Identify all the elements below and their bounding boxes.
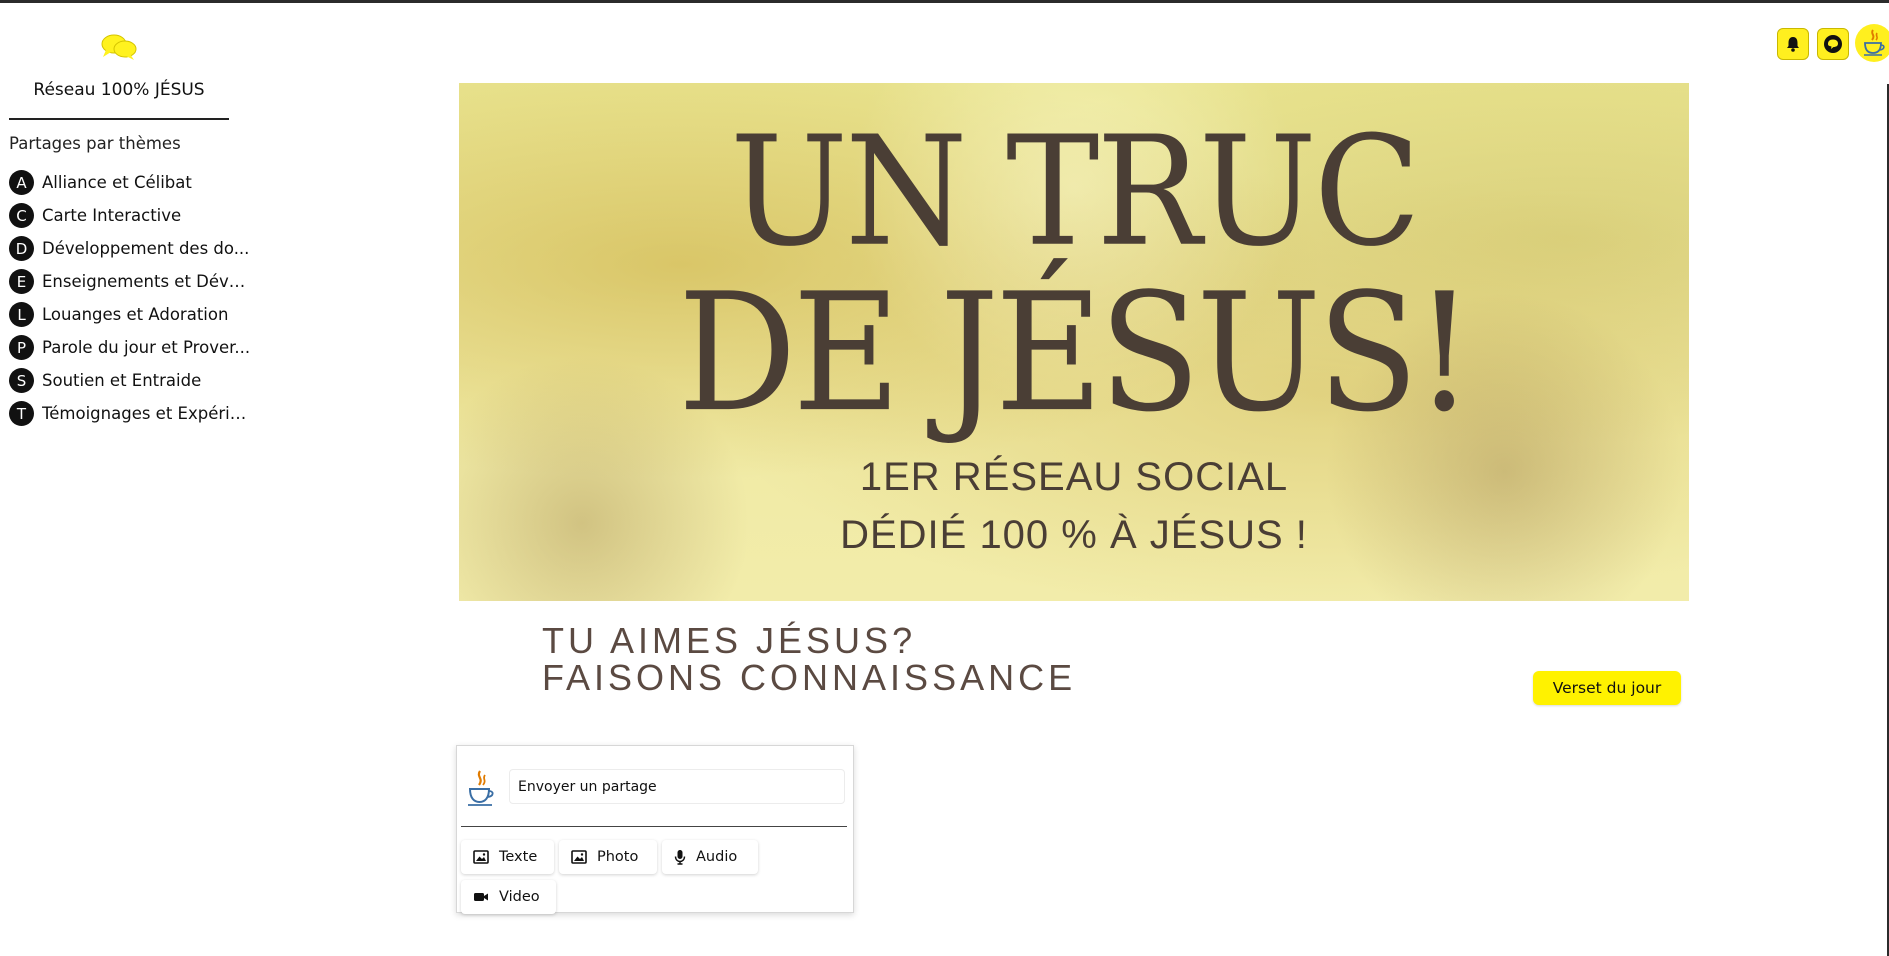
theme-label: Louanges et Adoration (42, 305, 229, 324)
post-composer: Texte Photo Audio Video (456, 745, 854, 914)
theme-letter-badge: T (9, 401, 34, 426)
video-post-button[interactable]: Video (461, 880, 556, 914)
banner-subtitle-line1: 1ER RÉSEAU SOCIAL (859, 455, 1289, 499)
theme-item-carte[interactable]: C Carte Interactive (9, 199, 254, 232)
share-input[interactable] (509, 769, 845, 804)
theme-label: Développement des do... (42, 239, 250, 258)
theme-list: A Alliance et Célibat C Carte Interactiv… (9, 166, 254, 430)
composer-avatar (465, 768, 497, 808)
theme-letter-badge: E (9, 269, 34, 294)
verse-of-the-day-button[interactable]: Verset du jour (1533, 671, 1681, 705)
theme-item-louanges[interactable]: L Louanges et Adoration (9, 298, 254, 331)
theme-item-alliance[interactable]: A Alliance et Célibat (9, 166, 254, 199)
theme-item-parole[interactable]: P Parole du jour et Prover... (9, 331, 254, 364)
theme-letter-badge: P (9, 335, 34, 360)
theme-label: Carte Interactive (42, 206, 182, 225)
theme-letter-badge: S (9, 368, 34, 393)
notifications-button[interactable] (1777, 28, 1809, 60)
theme-item-developpement[interactable]: D Développement des do... (9, 232, 254, 265)
user-avatar[interactable] (1855, 24, 1889, 62)
photo-post-button[interactable]: Photo (559, 840, 657, 874)
divider (9, 118, 229, 120)
theme-label: Soutien et Entraide (42, 371, 202, 390)
video-post-label: Video (499, 889, 540, 905)
chat-icon (1824, 35, 1842, 53)
bell-icon (1787, 37, 1799, 52)
themes-section-title: Partages par thèmes (9, 134, 181, 153)
text-post-label: Texte (499, 849, 538, 865)
theme-label: Parole du jour et Prover... (42, 338, 251, 357)
banner-title-line2: DE JÉSUS! (677, 258, 1474, 448)
divider (461, 826, 847, 827)
java-cup-icon (468, 770, 494, 806)
theme-item-soutien[interactable]: S Soutien et Entraide (9, 364, 254, 397)
tagline-line1: TU AIMES JÉSUS? (542, 620, 917, 661)
theme-label: Alliance et Célibat (42, 173, 192, 192)
audio-post-button[interactable]: Audio (662, 840, 758, 874)
banner-subtitle-line2: DÉDIÉ 100 % À JÉSUS ! (840, 513, 1308, 557)
theme-label: Enseignements et Dévoi... (42, 272, 252, 291)
photo-post-label: Photo (597, 849, 639, 865)
text-post-button[interactable]: Texte (461, 840, 554, 874)
banner-title-line1: UN TRUC (730, 104, 1421, 281)
theme-letter-badge: A (9, 170, 34, 195)
microphone-icon (674, 850, 686, 865)
theme-item-enseignements[interactable]: E Enseignements et Dévoi... (9, 265, 254, 298)
tagline-line2: FAISONS CONNAISSANCE (542, 657, 1077, 698)
theme-letter-badge: D (9, 236, 34, 261)
theme-letter-badge: L (9, 302, 34, 327)
video-camera-icon (474, 893, 488, 901)
audio-post-label: Audio (696, 849, 738, 865)
java-cup-icon (1864, 29, 1885, 56)
theme-letter-badge: C (9, 203, 34, 228)
brand-title[interactable]: Réseau 100% JÉSUS (9, 80, 229, 100)
top-border (0, 0, 1889, 3)
image-icon (571, 850, 587, 864)
tagline: TU AIMES JÉSUS? FAISONS CONNAISSANCE (542, 622, 1076, 696)
image-icon (473, 850, 489, 864)
sidebar: Réseau 100% JÉSUS Partages par thèmes A … (0, 0, 260, 956)
hero-banner: UN TRUC DE JÉSUS! 1ER RÉSEAU SOCIAL DÉDI… (459, 83, 1689, 601)
theme-label: Témoignages et Expérie... (42, 404, 252, 423)
theme-item-temoignages[interactable]: T Témoignages et Expérie... (9, 397, 254, 430)
chat-bubbles-logo-icon[interactable] (100, 33, 138, 63)
messages-button[interactable] (1817, 28, 1849, 60)
